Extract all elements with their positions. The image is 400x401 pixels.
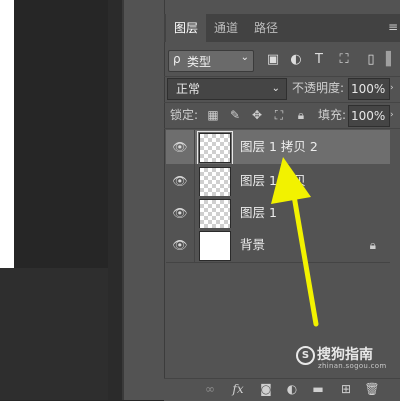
fx-icon[interactable]: fx — [228, 380, 248, 398]
adjustment-layer-icon[interactable]: ◐ — [282, 380, 302, 398]
opacity-value: 100% — [351, 82, 386, 96]
eye-icon[interactable]: 👁︎ — [170, 164, 190, 198]
adjustment-filter-icon[interactable]: ◐ — [285, 50, 307, 70]
workspace-background — [0, 268, 108, 400]
divider — [194, 196, 195, 230]
group-folder-icon[interactable]: ▬ — [308, 380, 328, 398]
panel-dock-strip — [124, 0, 164, 400]
smart-object-filter-icon[interactable]: ▯ — [360, 50, 382, 70]
fill-dropdown-icon[interactable]: › — [390, 105, 394, 125]
panel-menu-icon[interactable]: ≡ — [388, 20, 398, 34]
add-mask-icon[interactable]: ◙ — [256, 380, 276, 398]
layer-row[interactable]: 👁︎ 图层 1 — [166, 196, 390, 231]
chevron-down-icon: ⌄ — [271, 83, 280, 94]
opacity-dropdown-icon[interactable]: › — [390, 78, 394, 98]
divider — [164, 102, 400, 103]
workspace-edge — [108, 0, 122, 400]
watermark-text: 搜狗指南 — [317, 347, 373, 363]
tab-paths[interactable]: 路径 — [246, 14, 286, 42]
layer-name: 图层 1 — [240, 205, 277, 220]
opacity-label: 不透明度: — [292, 81, 345, 95]
search-icon: S — [296, 345, 315, 365]
search-icon: ρ — [173, 52, 181, 66]
lock-position-icon[interactable]: ✥ — [248, 106, 266, 124]
fill-label: 填充: — [318, 108, 347, 122]
lock-artboard-icon[interactable]: ⛶ — [270, 106, 288, 124]
tab-channels[interactable]: 通道 — [206, 14, 246, 42]
eye-icon[interactable]: 👁︎ — [170, 130, 190, 164]
divider — [194, 130, 195, 164]
link-layers-icon[interactable]: ∞ — [200, 380, 220, 398]
layer-name: 图层 1 拷贝 2 — [240, 139, 318, 154]
lock-icon: 🔒︎ — [369, 238, 376, 252]
layer-row[interactable]: 👁︎ 图层 1 拷贝 — [166, 164, 390, 199]
opacity-field[interactable]: 100% — [348, 78, 390, 100]
image-filter-icon[interactable]: ▣ — [262, 50, 284, 70]
divider — [164, 128, 400, 129]
layer-name: 图层 1 拷贝 — [240, 173, 306, 188]
layer-thumbnail — [197, 131, 233, 165]
fill-field[interactable]: 100% — [348, 105, 390, 127]
divider — [194, 228, 195, 262]
layer-row[interactable]: 👁︎ 图层 1 拷贝 2 — [166, 130, 390, 165]
blend-mode-value: 正常 — [176, 82, 201, 96]
divider — [194, 164, 195, 198]
layer-thumbnail — [199, 231, 231, 261]
lock-label: 锁定: — [170, 108, 199, 122]
layer-thumbnail — [199, 199, 231, 229]
lock-image-pixels-icon[interactable]: ✎ — [226, 106, 244, 124]
lock-all-icon[interactable]: 🔒︎ — [292, 106, 310, 124]
blend-mode-select[interactable]: 正常 ⌄ — [167, 78, 287, 100]
eye-icon[interactable]: 👁︎ — [170, 228, 190, 262]
tab-layers[interactable]: 图层 — [166, 14, 206, 42]
layer-row[interactable]: 👁︎ 背景 🔒︎ — [166, 228, 390, 263]
layer-thumbnail — [199, 167, 231, 197]
filter-toggle-icon[interactable]: ▌ — [380, 50, 400, 70]
eye-icon[interactable]: 👁︎ — [170, 196, 190, 230]
shape-filter-icon[interactable]: ⛶ — [333, 50, 355, 70]
divider — [164, 76, 400, 77]
fill-value: 100% — [351, 109, 386, 123]
lock-transparent-pixels-icon[interactable]: ▦ — [204, 106, 222, 124]
layer-name: 背景 — [240, 237, 266, 252]
layer-kind-filter[interactable]: ρ 类型 ⌄ — [168, 50, 254, 72]
chevron-down-icon: ⌄ — [240, 52, 249, 63]
document-canvas[interactable] — [0, 0, 14, 268]
trash-icon[interactable]: 🗑︎ — [362, 380, 382, 398]
new-layer-icon[interactable]: ⊞ — [336, 380, 356, 398]
watermark-url: zhinan.sogou.com — [318, 362, 387, 370]
filter-kind-label: 类型 — [187, 55, 212, 69]
type-filter-icon[interactable]: T — [308, 50, 330, 70]
